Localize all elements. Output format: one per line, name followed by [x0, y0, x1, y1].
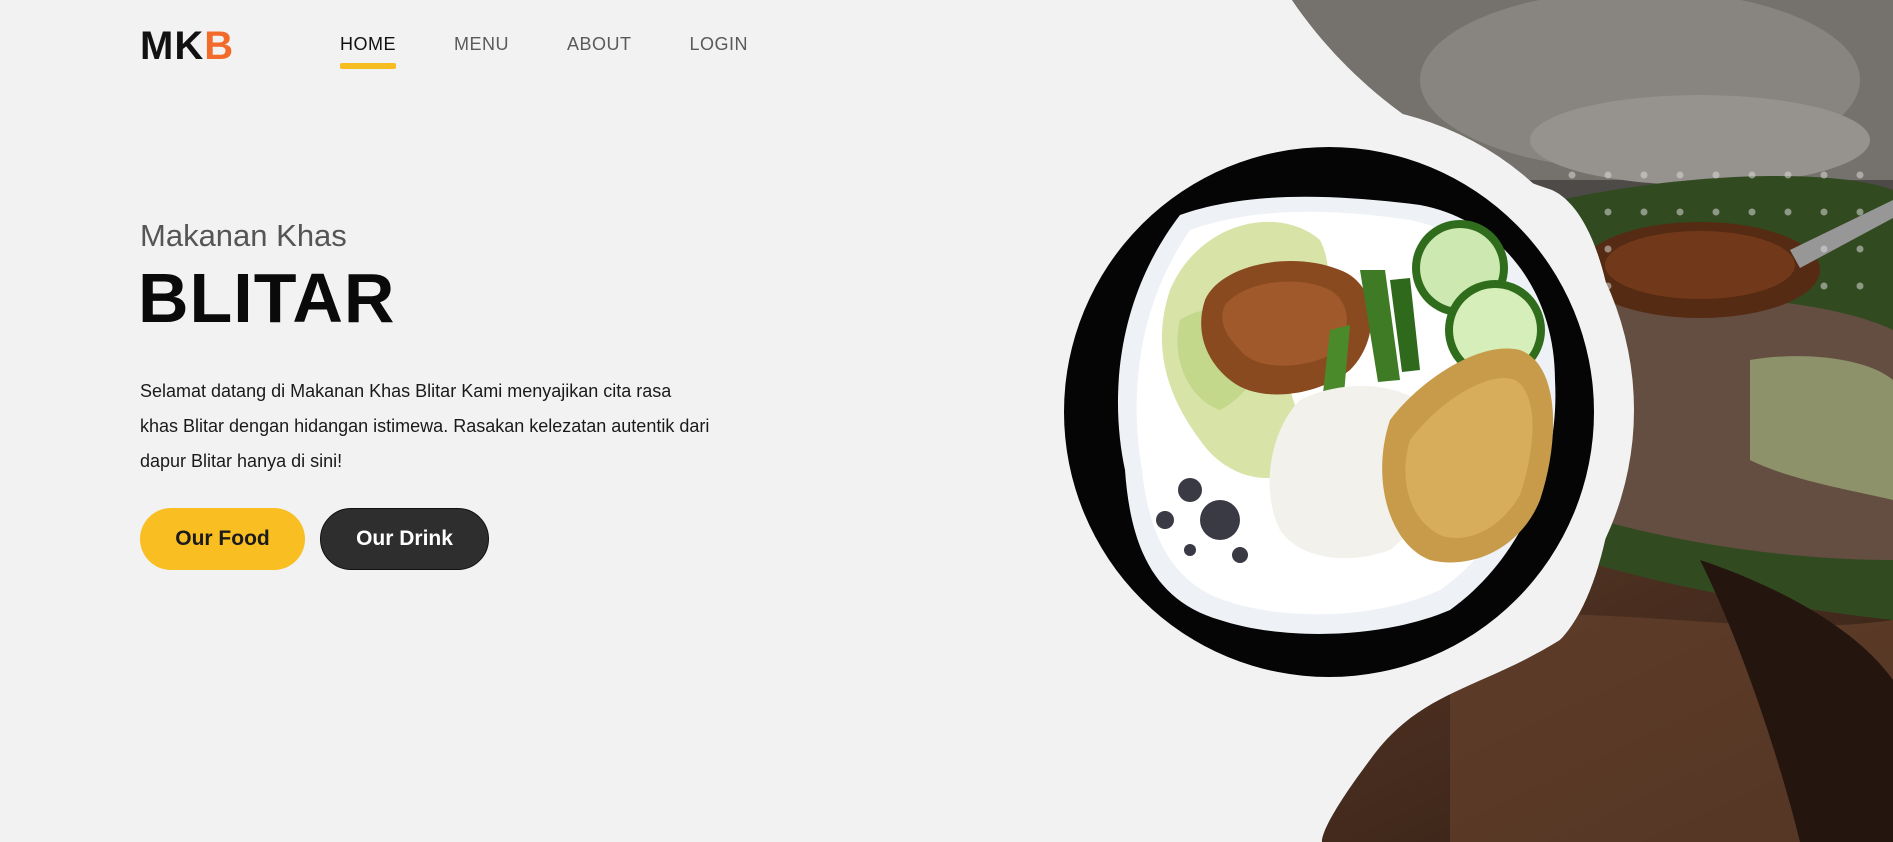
hero-description: Selamat datang di Makanan Khas Blitar Ka…: [140, 381, 710, 471]
hero-title: BLITAR: [138, 259, 396, 337]
top-navigation-bar: MKB HOME MENU ABOUT LOGIN: [140, 22, 840, 74]
hero-subtitle: Makanan Khas: [140, 218, 347, 253]
brand-logo[interactable]: MKB: [140, 24, 234, 69]
logo-main-text: MK: [140, 24, 205, 68]
nav-about[interactable]: ABOUT: [567, 34, 632, 69]
nav-menu[interactable]: MENU: [454, 34, 509, 69]
our-drink-button[interactable]: Our Drink: [320, 508, 489, 570]
logo-accent-letter: B: [204, 24, 235, 68]
our-food-button[interactable]: Our Food: [140, 508, 305, 570]
nav-home[interactable]: HOME: [340, 34, 396, 69]
main-nav: HOME MENU ABOUT LOGIN: [340, 34, 806, 69]
nav-login[interactable]: LOGIN: [690, 34, 749, 69]
plate-image: [1064, 147, 1594, 677]
